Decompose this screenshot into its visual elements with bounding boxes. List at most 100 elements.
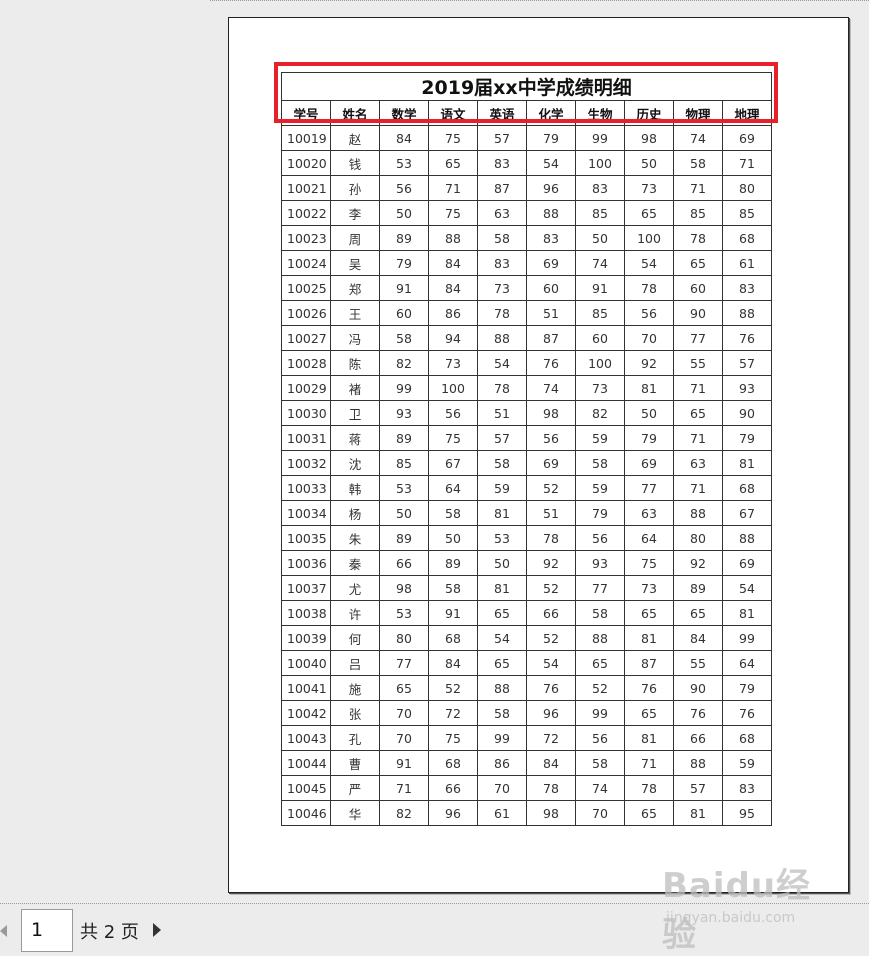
- table-cell: 61: [722, 250, 772, 276]
- table-cell: 93: [379, 400, 429, 426]
- table-cell: 60: [575, 325, 625, 351]
- table-cell: 91: [575, 275, 625, 301]
- table-cell: 78: [477, 375, 527, 401]
- table-cell: 69: [722, 550, 772, 576]
- table-cell: 71: [673, 425, 723, 451]
- column-header: 英语: [477, 100, 527, 126]
- table-cell: 71: [624, 750, 674, 776]
- table-cell: 82: [379, 350, 429, 376]
- table-cell: 52: [526, 475, 576, 501]
- table-cell: 73: [624, 575, 674, 601]
- table-row: 10041 施 65 52 88 76 52 76 90 79: [281, 675, 772, 701]
- table-cell: 69: [624, 450, 674, 476]
- table-cell: 华: [330, 800, 380, 826]
- table-cell: 64: [428, 475, 478, 501]
- table-cell: 郑: [330, 275, 380, 301]
- table-cell: 63: [673, 450, 723, 476]
- table-cell: 75: [428, 425, 478, 451]
- table-cell: 88: [477, 325, 527, 351]
- table-row: 10038 许 53 91 65 66 58 65 65 81: [281, 600, 772, 626]
- table-cell: 90: [722, 400, 772, 426]
- top-margin-guide: [210, 0, 869, 1]
- table-cell: 52: [526, 625, 576, 651]
- table-cell: 65: [477, 600, 527, 626]
- table-cell: 69: [722, 125, 772, 151]
- table-cell: 56: [624, 300, 674, 326]
- table-cell: 98: [379, 575, 429, 601]
- table-cell: 75: [428, 725, 478, 751]
- table-cell: 88: [673, 500, 723, 526]
- table-cell: 64: [722, 650, 772, 676]
- table-cell: 10038: [281, 600, 331, 626]
- table-cell: 71: [673, 475, 723, 501]
- table-cell: 98: [526, 400, 576, 426]
- table-cell: 68: [722, 225, 772, 251]
- column-header: 姓名: [330, 100, 380, 126]
- table-cell: 王: [330, 300, 380, 326]
- table-cell: 曹: [330, 750, 380, 776]
- table-cell: 84: [428, 250, 478, 276]
- table-cell: 65: [477, 650, 527, 676]
- table-cell: 85: [575, 200, 625, 226]
- table-cell: 63: [477, 200, 527, 226]
- table-cell: 韩: [330, 475, 380, 501]
- table-cell: 70: [477, 775, 527, 801]
- table-cell: 50: [379, 200, 429, 226]
- table-cell: 90: [673, 300, 723, 326]
- table-cell: 65: [575, 650, 625, 676]
- table-cell: 78: [624, 775, 674, 801]
- table-row: 10039 何 80 68 54 52 88 81 84 99: [281, 625, 772, 651]
- table-cell: 76: [722, 325, 772, 351]
- table-cell: 10019: [281, 125, 331, 151]
- table-row: 10030 卫 93 56 51 98 82 50 65 90: [281, 400, 772, 426]
- table-cell: 10028: [281, 350, 331, 376]
- page-number-input[interactable]: 1: [21, 909, 73, 952]
- table-cell: 86: [477, 750, 527, 776]
- table-cell: 54: [624, 250, 674, 276]
- table-cell: 10042: [281, 700, 331, 726]
- table-cell: 83: [722, 775, 772, 801]
- table-row: 10031 蒋 89 75 57 56 59 79 71 79: [281, 425, 772, 451]
- table-cell: 85: [575, 300, 625, 326]
- table-cell: 56: [428, 400, 478, 426]
- table-cell: 74: [673, 125, 723, 151]
- table-cell: 76: [624, 675, 674, 701]
- table-cell: 50: [575, 225, 625, 251]
- table-cell: 70: [379, 700, 429, 726]
- table-cell: 83: [477, 150, 527, 176]
- table-cell: 66: [379, 550, 429, 576]
- table-body: 10019 赵 84 75 57 79 99 98 74 69 10020 钱 53 65 83 54 100 5…: [281, 125, 772, 826]
- table-cell: 孙: [330, 175, 380, 201]
- table-cell: 79: [526, 125, 576, 151]
- table-cell: 99: [379, 375, 429, 401]
- table-cell: 58: [575, 450, 625, 476]
- table-cell: 89: [428, 550, 478, 576]
- next-page-icon[interactable]: [153, 923, 161, 937]
- table-cell: 70: [575, 800, 625, 826]
- table-cell: 91: [428, 600, 478, 626]
- table-cell: 58: [575, 750, 625, 776]
- table-cell: 87: [477, 175, 527, 201]
- table-cell: 65: [624, 200, 674, 226]
- column-header: 生物: [575, 100, 625, 126]
- table-cell: 50: [624, 150, 674, 176]
- table-cell: 87: [624, 650, 674, 676]
- table-cell: 54: [526, 150, 576, 176]
- table-cell: 56: [575, 725, 625, 751]
- table-cell: 51: [477, 400, 527, 426]
- table-cell: 100: [624, 225, 674, 251]
- table-cell: 10030: [281, 400, 331, 426]
- table-row: 10043 孔 70 75 99 72 56 81 66 68: [281, 725, 772, 751]
- table-row: 10044 曹 91 68 86 84 58 71 88 59: [281, 750, 772, 776]
- table-cell: 81: [722, 450, 772, 476]
- table-cell: 89: [379, 225, 429, 251]
- table-cell: 78: [624, 275, 674, 301]
- table-cell: 77: [673, 325, 723, 351]
- table-cell: 65: [624, 800, 674, 826]
- table-cell: 92: [624, 350, 674, 376]
- table-cell: 10029: [281, 375, 331, 401]
- table-cell: 54: [526, 650, 576, 676]
- column-header: 数学: [379, 100, 429, 126]
- prev-page-icon[interactable]: [0, 925, 7, 937]
- table-cell: 10032: [281, 450, 331, 476]
